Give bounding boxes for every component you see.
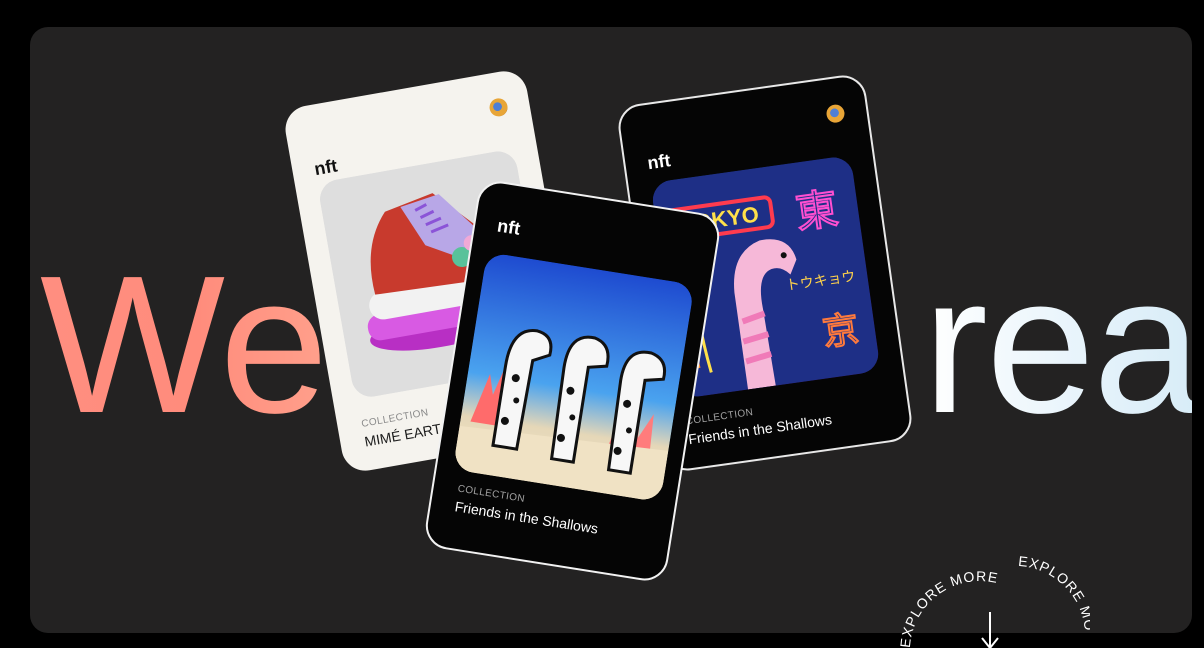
- explore-more-button[interactable]: EXPLORE MORE: [890, 544, 1010, 648]
- avatar-icon: [488, 96, 509, 118]
- explore-more-ring: EXPLORE MORE: [897, 568, 1000, 648]
- explore-more-text: EXPLORE MORE: [897, 568, 999, 648]
- card-brand: nft: [312, 155, 339, 180]
- card-brand: nft: [495, 215, 522, 239]
- garden-eels-illustration: [452, 252, 695, 503]
- card-brand: nft: [646, 150, 672, 174]
- kanji-bottom: 京: [820, 309, 861, 355]
- avatar-icon: [825, 103, 846, 124]
- card-collection-name: Friends in the Shallows: [453, 498, 600, 537]
- kanji-top: 東: [793, 183, 841, 237]
- explore-more-text-2: EXPLORE MO: [1018, 553, 1090, 632]
- explore-more-ring-right: EXPLORE MO: [1010, 544, 1090, 648]
- garden-eels-art: [452, 252, 695, 503]
- svg-text:EXPLORE MO: EXPLORE MO: [1018, 553, 1090, 632]
- hero-headline-right: rea: [923, 245, 1192, 445]
- svg-text:EXPLORE MORE: EXPLORE MORE: [897, 568, 1000, 648]
- arrow-down-icon: [981, 612, 999, 648]
